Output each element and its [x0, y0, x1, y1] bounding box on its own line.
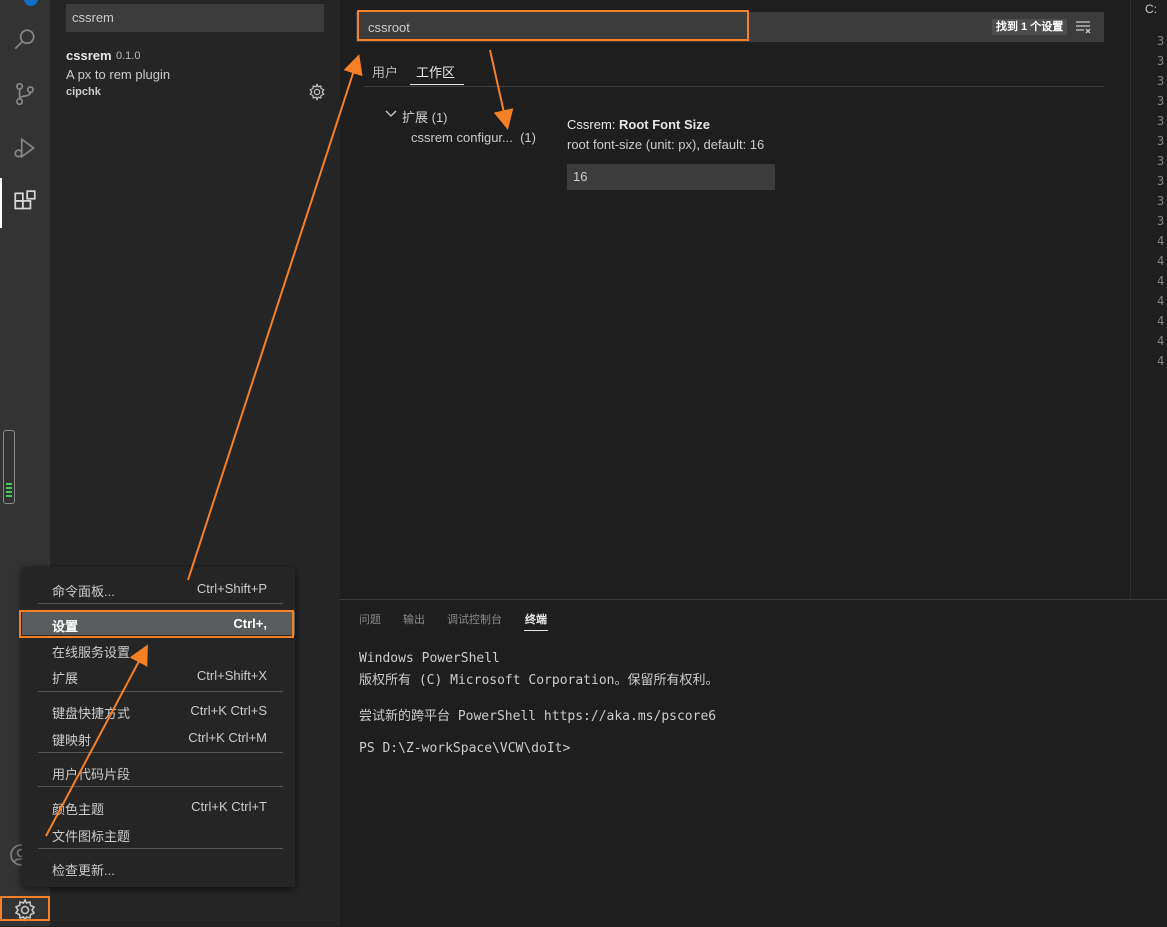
active-tab-underline: [410, 84, 464, 85]
extensions-icon[interactable]: [0, 182, 50, 222]
menu-item-label: 键盘快捷方式: [52, 706, 131, 721]
menu-item-label: 文件图标主题: [52, 829, 131, 844]
tab-workspace[interactable]: 工作区: [416, 62, 455, 81]
gear-highlight-box: [0, 896, 50, 921]
line-number: 4: [1157, 234, 1165, 248]
line-number: 3: [1157, 214, 1165, 228]
menu-separator: [38, 603, 283, 604]
menu-item-command-palette[interactable]: 命令面板... Ctrl+Shift+P: [22, 576, 295, 600]
run-debug-icon[interactable]: [0, 128, 50, 168]
terminal-line: Windows PowerShell: [359, 651, 500, 666]
extension-settings-gear-icon[interactable]: [308, 83, 326, 101]
menu-item-keymaps[interactable]: 键映射 Ctrl+K Ctrl+M: [22, 725, 295, 749]
menu-item-color-theme[interactable]: 颜色主题 Ctrl+K Ctrl+T: [22, 794, 295, 818]
menu-item-shortcut: Ctrl+Shift+P: [196, 581, 267, 596]
line-number: 4: [1157, 314, 1165, 328]
toc-item-cssrem[interactable]: cssrem configur... (1): [411, 130, 536, 145]
settings-highlight-box: [19, 610, 294, 638]
setting-name: Root Font Size: [619, 117, 710, 132]
tabs-divider: [364, 86, 1104, 87]
tab-user[interactable]: 用户: [372, 62, 398, 81]
line-number: 3: [1157, 174, 1165, 188]
source-control-icon[interactable]: [0, 74, 50, 114]
settings-editor: [340, 0, 1130, 598]
progress-meter: [3, 430, 15, 504]
line-number: 3: [1157, 74, 1165, 88]
setting-description: root font-size (unit: px), default: 16: [567, 137, 765, 152]
extension-version: 0.1.0: [116, 50, 141, 62]
search-icon[interactable]: [0, 20, 50, 60]
menu-item-label: 颜色主题: [52, 802, 105, 817]
menu-item-shortcut: Ctrl+Shift+X: [196, 668, 267, 683]
extension-publisher: cipchk: [66, 86, 101, 98]
line-number: 3: [1157, 114, 1165, 128]
found-count-badge: 找到 1 个设置: [992, 19, 1068, 35]
bottom-panel: [340, 599, 1167, 927]
tab-terminal[interactable]: 终端: [525, 611, 547, 627]
menu-separator: [38, 786, 283, 787]
tab-output[interactable]: 输出: [403, 611, 425, 627]
menu-item-shortcut: Ctrl+K Ctrl+M: [188, 730, 267, 745]
menu-separator: [38, 691, 283, 692]
menu-separator: [38, 752, 283, 753]
line-number: 4: [1157, 294, 1165, 308]
extension-name[interactable]: cssrem: [66, 48, 112, 63]
terminal-line: 版权所有 (C) Microsoft Corporation。保留所有权利。: [359, 673, 719, 688]
line-number: 4: [1157, 254, 1165, 268]
menu-item-shortcut: Ctrl+K Ctrl+T: [191, 799, 267, 814]
menu-item-user-snippets[interactable]: 用户代码片段: [22, 759, 295, 783]
line-number: 3: [1157, 134, 1165, 148]
menu-item-label: 命令面板...: [52, 584, 115, 599]
line-number: 4: [1157, 354, 1165, 368]
menu-item-check-updates[interactable]: 检查更新...: [22, 855, 295, 879]
menu-separator: [38, 848, 283, 849]
menu-item-file-icon-theme[interactable]: 文件图标主题: [22, 821, 295, 845]
menu-item-label: 在线服务设置: [52, 645, 131, 660]
line-number: 3: [1157, 194, 1165, 208]
toc-group-extensions[interactable]: 扩展 (1): [402, 107, 448, 126]
terminal-prompt[interactable]: PS D:\Z-workSpace\VCW\doIt>: [359, 741, 570, 756]
active-panel-tab-underline: [524, 630, 548, 631]
secondary-editor-label: C:: [1145, 2, 1157, 16]
line-number: 3: [1157, 94, 1165, 108]
menu-item-shortcut: Ctrl+K Ctrl+S: [190, 703, 267, 718]
menu-item-label: 扩展: [52, 671, 79, 686]
extension-description: A px to rem plugin: [66, 67, 171, 82]
setting-title: Cssrem: Root Font Size: [567, 117, 710, 132]
menu-item-label: 用户代码片段: [52, 767, 131, 782]
line-number: 4: [1157, 334, 1165, 348]
menu-item-label: 检查更新...: [52, 863, 115, 878]
search-highlight-box: [357, 10, 749, 41]
line-number: 3: [1157, 154, 1165, 168]
chevron-down-icon[interactable]: [384, 107, 398, 121]
menu-item-label: 键映射: [52, 733, 92, 748]
line-number: 3: [1157, 54, 1165, 68]
tab-debug-console[interactable]: 调试控制台: [447, 611, 502, 627]
menu-item-extensions[interactable]: 扩展 Ctrl+Shift+X: [22, 663, 295, 687]
root-font-size-input[interactable]: 16: [567, 164, 775, 190]
setting-prefix: Cssrem:: [567, 117, 619, 132]
line-number: 3: [1157, 34, 1165, 48]
menu-item-keyboard-shortcuts[interactable]: 键盘快捷方式 Ctrl+K Ctrl+S: [22, 698, 295, 722]
line-number: 4: [1157, 274, 1165, 288]
terminal-line: 尝试新的跨平台 PowerShell https://aka.ms/pscore…: [359, 709, 717, 724]
extension-search-input[interactable]: cssrem: [66, 4, 324, 32]
tab-problems[interactable]: 问题: [359, 611, 381, 627]
menu-item-online-services[interactable]: 在线服务设置: [22, 637, 295, 661]
clear-filter-icon[interactable]: [1075, 19, 1093, 35]
